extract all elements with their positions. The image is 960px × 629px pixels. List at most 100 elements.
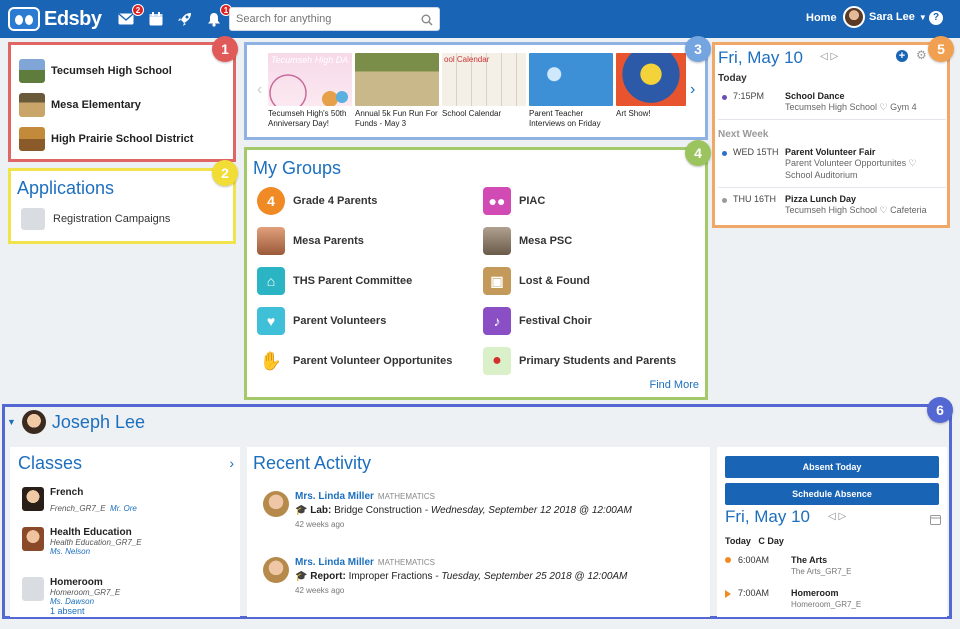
class-code: Health Education_GR7_E bbox=[50, 538, 142, 547]
teacher-name[interactable]: Mrs. Linda Miller bbox=[295, 491, 374, 502]
group-item[interactable]: ▣ Lost & Found bbox=[483, 267, 590, 295]
teacher-photo bbox=[22, 527, 44, 551]
activity-title[interactable]: Improper Fractions bbox=[349, 571, 433, 582]
group-item[interactable]: Mesa Parents bbox=[257, 227, 364, 255]
news-image: ool Calendar bbox=[442, 53, 526, 106]
activity-item[interactable]: Mrs. Linda Miller MATHEMATICS 🎓 Report: I… bbox=[263, 557, 703, 597]
school-item[interactable]: Mesa Elementary bbox=[11, 88, 233, 122]
period-item[interactable]: 6:00AM The Arts The Arts_GR7_E bbox=[725, 555, 939, 579]
rocket-icon[interactable] bbox=[175, 9, 195, 29]
help-icon[interactable]: ? bbox=[929, 11, 943, 25]
group-item[interactable]: ● Primary Students and Parents bbox=[483, 347, 676, 375]
group-label: Lost & Found bbox=[519, 275, 590, 287]
hands-icon: ✋ bbox=[257, 347, 285, 375]
edsby-logo[interactable]: Edsby bbox=[8, 5, 102, 33]
subject-label: MATHEMATICS bbox=[377, 492, 435, 501]
divider bbox=[718, 187, 946, 188]
class-item[interactable]: Health Education Health Education_GR7_E … bbox=[22, 527, 142, 556]
event-time: THU 16TH bbox=[733, 194, 777, 204]
news-item[interactable]: Tecumseh High DA Tecumseh High's 50th An… bbox=[268, 53, 352, 128]
absent-today-button[interactable]: Absent Today bbox=[725, 456, 939, 478]
event-location: Tecumseh High School ♡ Cafeteria bbox=[785, 205, 927, 215]
class-teacher[interactable]: Ms. Nelson bbox=[50, 547, 142, 556]
class-teacher[interactable]: Ms. Dawson bbox=[50, 597, 120, 606]
user-menu[interactable]: Sara Lee ▼ bbox=[843, 6, 927, 28]
event-dot bbox=[722, 151, 727, 156]
home-link[interactable]: Home bbox=[806, 12, 837, 24]
school-name: Mesa Elementary bbox=[51, 99, 141, 111]
group-label: PIAC bbox=[519, 195, 546, 207]
gear-icon[interactable]: ⚙ bbox=[916, 48, 927, 62]
graduation-cap-icon: 🎓 bbox=[295, 571, 308, 582]
school-item[interactable]: Tecumseh High School bbox=[11, 54, 233, 88]
activity-title[interactable]: Bridge Construction bbox=[334, 505, 422, 516]
group-item[interactable]: ●● PIAC bbox=[483, 187, 545, 215]
group-item[interactable]: ✋ Parent Volunteer Opportunites bbox=[257, 347, 452, 375]
carousel-next-icon[interactable]: › bbox=[690, 81, 695, 99]
schedule-day-label: Today C Day bbox=[725, 536, 784, 546]
class-icon bbox=[22, 577, 44, 601]
news-banner-text: ool Calendar bbox=[444, 55, 490, 64]
collapse-icon[interactable]: ▼ bbox=[7, 417, 16, 427]
student-header[interactable]: ▼ Joseph Lee bbox=[5, 407, 949, 437]
activity-ago: 42 weeks ago bbox=[295, 520, 345, 529]
event-item[interactable]: WED 15TH Parent Volunteer Fair Parent Vo… bbox=[718, 147, 946, 187]
period-code: Homeroom_GR7_E bbox=[791, 600, 862, 609]
news-item[interactable]: Art Show! bbox=[616, 53, 686, 119]
group-item[interactable]: ⌂ THS Parent Committee bbox=[257, 267, 412, 295]
news-item[interactable]: Annual 5k Fun Run For Funds - May 3 bbox=[355, 53, 439, 128]
classes-card: Classes › French French_GR7_E Mr. Ore He… bbox=[10, 447, 240, 617]
group-photo-icon bbox=[257, 227, 285, 255]
period-time: 6:00AM bbox=[738, 555, 770, 565]
news-item[interactable]: Parent Teacher Interviews on Friday bbox=[529, 53, 613, 128]
group-label: Grade 4 Parents bbox=[293, 195, 378, 207]
group-item[interactable]: ♥ Parent Volunteers bbox=[257, 307, 386, 335]
schedule-absence-button[interactable]: Schedule Absence bbox=[725, 483, 939, 505]
school-name: Tecumseh High School bbox=[51, 65, 172, 77]
event-location: School Auditorium bbox=[785, 170, 858, 180]
callout-4: 4 bbox=[685, 140, 711, 166]
date-nav-icon[interactable]: ◁ ▷ bbox=[828, 511, 846, 522]
search-icon[interactable] bbox=[421, 13, 433, 31]
period-item[interactable]: 7:00AM Homeroom Homeroom_GR7_E bbox=[725, 588, 939, 612]
activity-item[interactable]: Mrs. Linda Miller MATHEMATICS 🎓 Lab: Brid… bbox=[263, 491, 703, 531]
news-image bbox=[355, 53, 439, 106]
applications-title: Applications bbox=[17, 178, 115, 198]
group-item[interactable]: ♪ Festival Choir bbox=[483, 307, 592, 335]
date-nav-icon[interactable]: ◁ ▷ bbox=[820, 51, 838, 62]
absent-count[interactable]: 1 absent bbox=[50, 606, 120, 616]
school-item[interactable]: High Prairie School District bbox=[11, 122, 233, 156]
my-groups-panel: My Groups 4 Grade 4 Parents ●● PIAC Mesa… bbox=[244, 147, 708, 400]
bell-icon[interactable]: 1 bbox=[204, 4, 232, 29]
application-label: Registration Campaigns bbox=[53, 213, 171, 225]
event-item[interactable]: THU 16TH Pizza Lunch Day Tecumseh High S… bbox=[718, 194, 946, 220]
class-teacher[interactable]: Mr. Ore bbox=[110, 504, 137, 513]
class-name: Health Education bbox=[50, 527, 132, 538]
callout-3: 3 bbox=[685, 36, 711, 62]
callout-1: 1 bbox=[212, 36, 238, 62]
teacher-name[interactable]: Mrs. Linda Miller bbox=[295, 557, 374, 568]
group-item[interactable]: Mesa PSC bbox=[483, 227, 572, 255]
event-item[interactable]: 7:15PM School Dance Tecumseh High School… bbox=[718, 91, 946, 117]
mail-badge: 2 bbox=[132, 4, 144, 16]
group-label: Parent Volunteer Opportunites bbox=[293, 355, 453, 367]
find-more-link[interactable]: Find More bbox=[649, 379, 699, 391]
calendar-icon[interactable] bbox=[146, 9, 166, 29]
chevron-right-icon[interactable]: › bbox=[229, 455, 234, 471]
search-input[interactable] bbox=[230, 8, 410, 30]
recent-activity-card: Recent Activity Mrs. Linda Miller MATHEMA… bbox=[247, 447, 710, 617]
mail-icon[interactable]: 2 bbox=[116, 4, 144, 29]
today-label: Today bbox=[718, 73, 747, 84]
current-period-icon bbox=[725, 590, 731, 598]
news-caption: Art Show! bbox=[616, 109, 651, 118]
news-item[interactable]: ool Calendar School Calendar bbox=[442, 53, 526, 119]
add-event-icon[interactable]: + bbox=[896, 50, 908, 62]
class-item[interactable]: French French_GR7_E Mr. Ore bbox=[22, 487, 137, 516]
group-item[interactable]: 4 Grade 4 Parents bbox=[257, 187, 377, 215]
applications-panel: Applications Registration Campaigns bbox=[8, 168, 236, 244]
calendar-icon[interactable] bbox=[930, 512, 941, 530]
application-item[interactable]: Registration Campaigns bbox=[21, 208, 170, 230]
period-dot bbox=[725, 557, 731, 563]
class-item[interactable]: Homeroom Homeroom_GR7_E Ms. Dawson 1 abs… bbox=[22, 577, 120, 616]
carousel-prev-icon[interactable]: ‹ bbox=[257, 81, 262, 99]
